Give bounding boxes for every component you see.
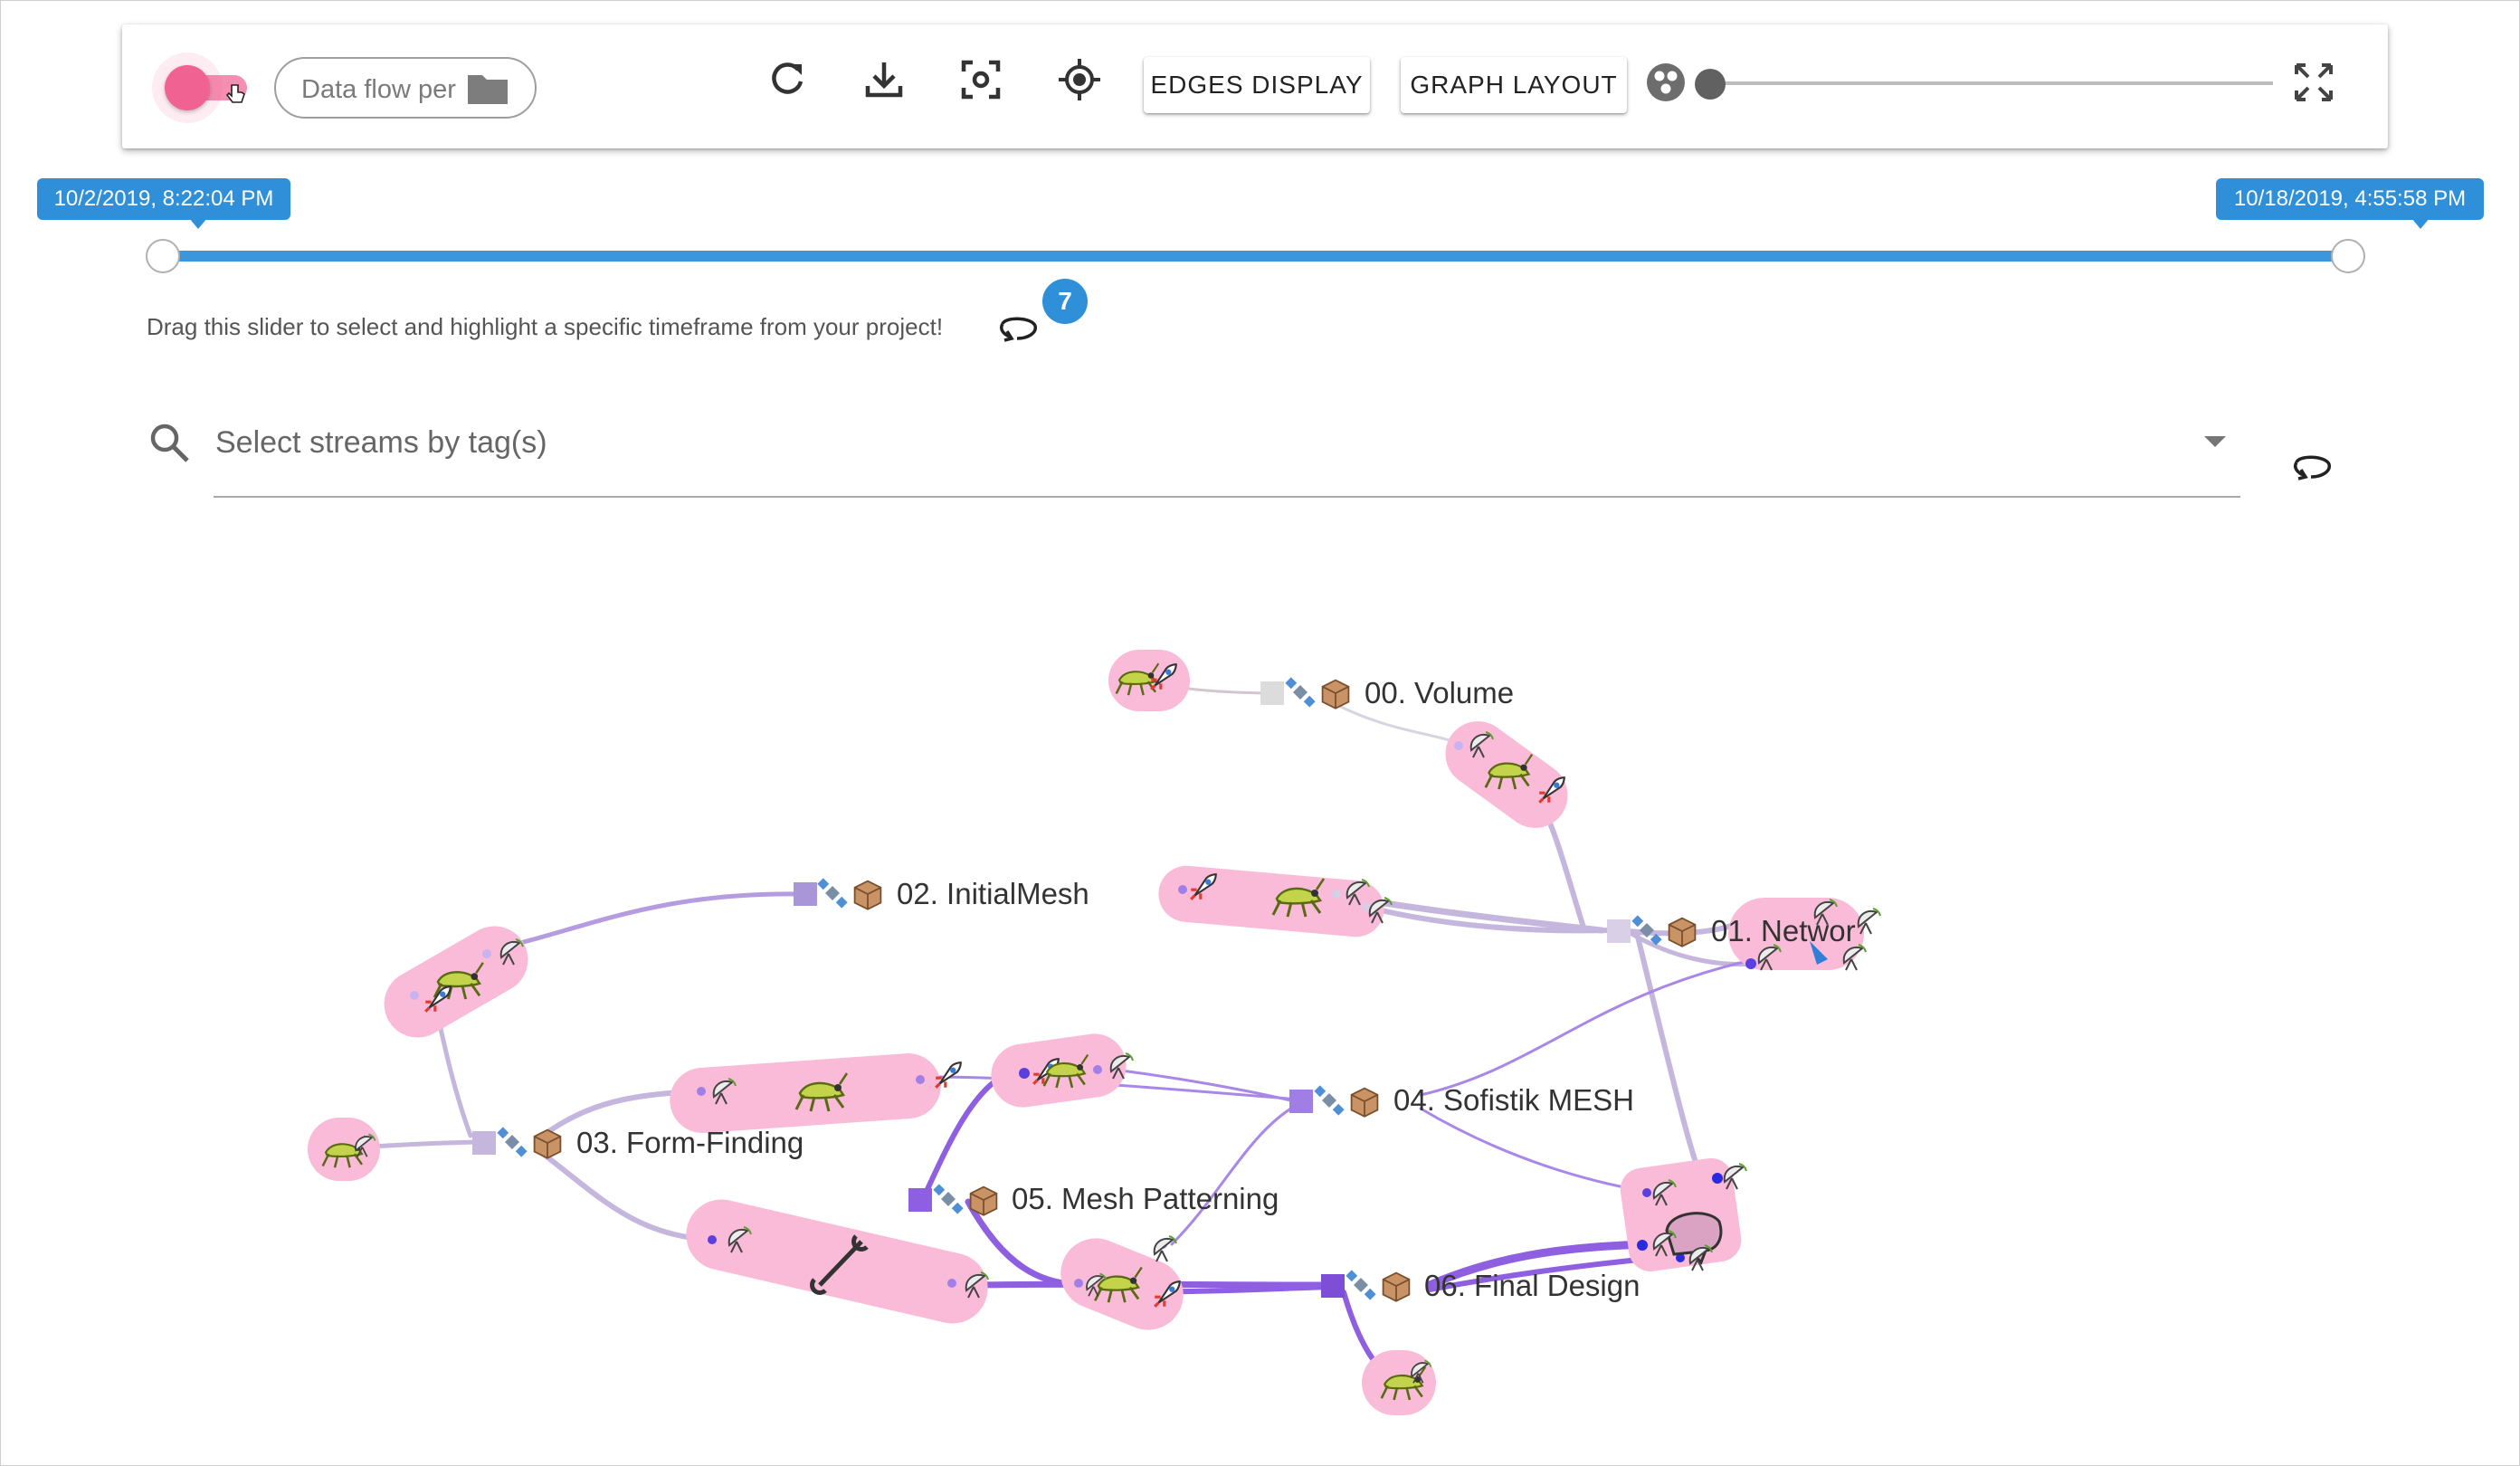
stream-label-volume: 00. Volume: [1365, 676, 1514, 709]
stream-label-sofistik-mesh: 04. Sofistik MESH: [1393, 1083, 1634, 1117]
stream-label-network: 01. Networ: [1711, 914, 1856, 947]
stream-label-mesh-patterning: 05. Mesh Patterning: [1012, 1182, 1279, 1215]
stream-label-form-finding: 03. Form-Finding: [576, 1126, 804, 1159]
stream-label-initialmesh: 02. InitialMesh: [897, 877, 1089, 910]
stream-graph[interactable]: 00. Volume 01. Networ 02. InitialMesh 03…: [0, 0, 2520, 1466]
stream-label-final-design: 06. Final Design: [1424, 1269, 1640, 1302]
node-icons: [321, 662, 1881, 1402]
